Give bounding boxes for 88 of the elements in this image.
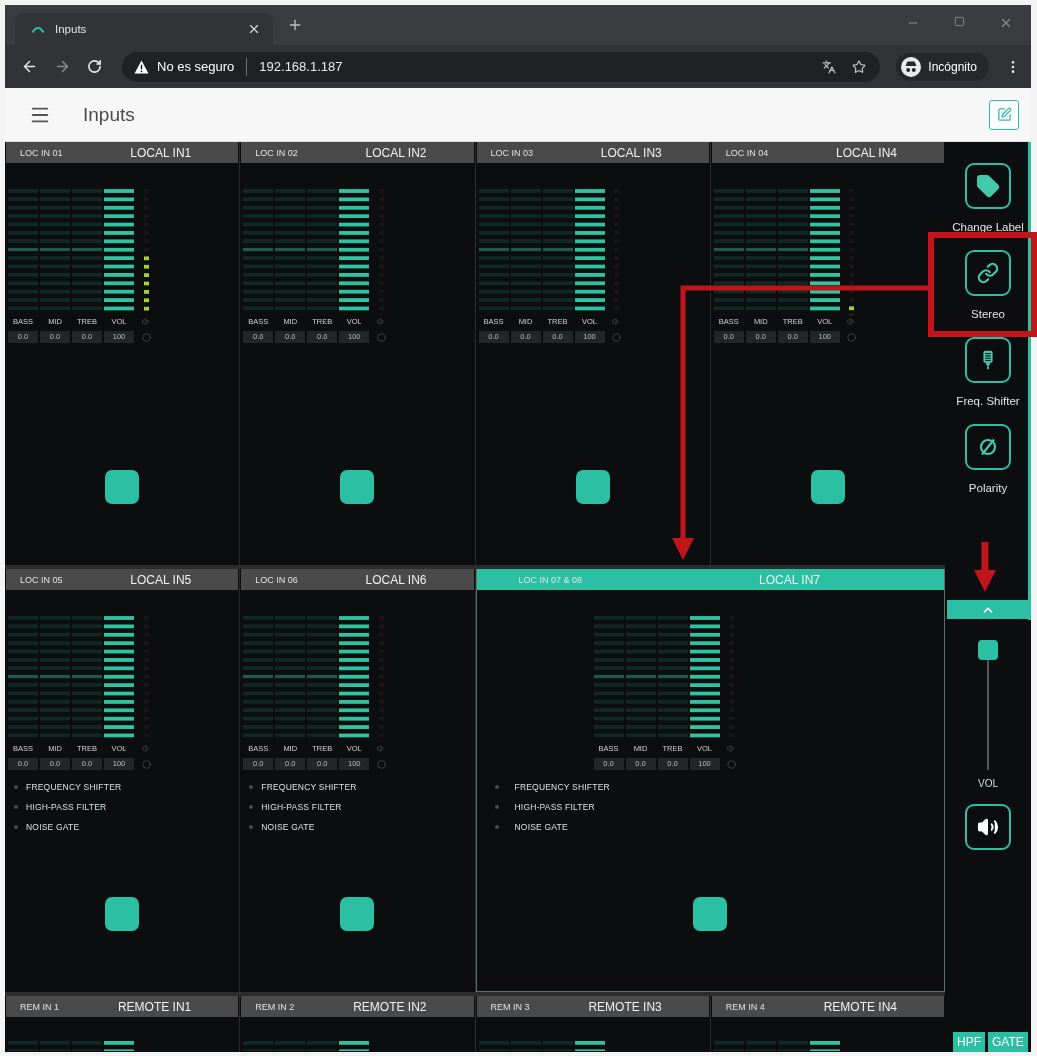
channel-header[interactable]: LOC IN 01 LOCAL IN1 xyxy=(6,142,239,163)
edit-button[interactable] xyxy=(989,99,1019,130)
feature-label: HIGH-PASS FILTER xyxy=(261,802,342,812)
channel-code: LOC IN 01 xyxy=(20,147,63,158)
slider-thumb[interactable] xyxy=(978,640,998,660)
address-bar[interactable]: No es seguro 192.168.1.187 xyxy=(122,51,881,82)
speaker-icon xyxy=(977,816,999,838)
channel-name: LOCAL IN4 xyxy=(836,145,897,160)
feature-label: FREQUENCY SHIFTER xyxy=(261,782,357,792)
fader-knob[interactable] xyxy=(105,897,140,931)
url-text: 192.168.1.187 xyxy=(259,59,343,74)
translate-icon[interactable] xyxy=(822,59,837,74)
plus-icon[interactable] xyxy=(287,17,303,33)
volume-button[interactable] xyxy=(965,804,1011,850)
channel-code: LOC IN 02 xyxy=(255,147,298,158)
edit-icon xyxy=(996,107,1012,122)
ring-icon[interactable] xyxy=(727,759,736,769)
channel-header[interactable]: LOC IN 05 LOCAL IN5 xyxy=(6,569,239,590)
channel-name: LOCAL IN2 xyxy=(365,145,427,160)
channel-header[interactable]: LOC IN 03 LOCAL IN3 xyxy=(476,142,709,163)
fader-knob[interactable] xyxy=(810,470,845,504)
channel-name: REMOTE IN2 xyxy=(353,999,427,1014)
ring-icon[interactable] xyxy=(141,332,151,342)
reload-icon[interactable] xyxy=(87,59,102,74)
feature-label: HIGH-PASS FILTER xyxy=(26,802,107,812)
channel-name: LOCAL IN7 xyxy=(759,572,820,587)
channel-name: LOCAL IN1 xyxy=(130,145,192,160)
feature-label: HIGH-PASS FILTER xyxy=(514,802,595,812)
channel-code: REM IN 1 xyxy=(20,1001,59,1012)
link-icon xyxy=(965,250,1011,296)
ring-icon[interactable] xyxy=(847,332,857,342)
browser-tab[interactable]: Inputs xyxy=(15,13,273,45)
incognito-icon xyxy=(901,56,922,77)
star-icon[interactable] xyxy=(852,59,867,74)
status-badge: GATE xyxy=(988,1032,1028,1052)
channel-name: LOCAL IN3 xyxy=(600,145,662,160)
close-icon[interactable] xyxy=(247,22,261,36)
channel-header[interactable]: REM IN 3 REMOTE IN3 xyxy=(476,996,709,1017)
channel-code: LOC IN 05 xyxy=(20,574,63,585)
maximize-icon[interactable] xyxy=(954,16,965,27)
volume-label: VOL xyxy=(978,778,998,789)
fader-knob[interactable] xyxy=(105,470,140,504)
status-badge: HPF xyxy=(953,1032,985,1052)
forward-icon[interactable] xyxy=(54,58,71,75)
fader-knob[interactable] xyxy=(575,470,610,504)
channel-header[interactable]: LOC IN 06 LOCAL IN6 xyxy=(241,569,474,590)
back-icon[interactable] xyxy=(21,58,38,75)
fader-knob[interactable] xyxy=(693,897,728,931)
channel-code: LOC IN 04 xyxy=(725,147,769,158)
channel-code: REM IN 3 xyxy=(490,1001,530,1012)
feature-label: NOISE GATE xyxy=(261,822,315,832)
sidebar-button[interactable]: Freq. Shifter xyxy=(956,337,1020,408)
feature-label: FREQUENCY SHIFTER xyxy=(514,782,610,792)
ring-icon[interactable] xyxy=(376,759,386,769)
microphone-icon xyxy=(965,337,1011,383)
fader-knob[interactable] xyxy=(340,897,375,931)
tag-icon xyxy=(965,163,1011,209)
site-icon xyxy=(31,24,45,34)
sidebar-button[interactable]: Polarity xyxy=(965,424,1011,495)
channel-name: REMOTE IN1 xyxy=(117,999,192,1014)
channel-name: REMOTE IN4 xyxy=(823,999,897,1014)
channel-header[interactable]: REM IN 4 REMOTE IN4 xyxy=(711,996,944,1017)
warning-icon xyxy=(134,59,149,74)
feature-label: NOISE GATE xyxy=(514,822,568,832)
channel-header[interactable]: LOC IN 02 LOCAL IN2 xyxy=(241,142,474,163)
profile-button[interactable]: Incógnito xyxy=(896,52,989,81)
channel-code: REM IN 4 xyxy=(725,1001,765,1012)
feature-label: NOISE GATE xyxy=(26,822,80,832)
channel-name: LOCAL IN5 xyxy=(130,572,192,587)
feature-label: FREQUENCY SHIFTER xyxy=(26,782,122,792)
channel-header[interactable]: REM IN 1 REMOTE IN1 xyxy=(6,996,239,1017)
ring-icon[interactable] xyxy=(612,332,621,342)
channel-header[interactable]: LOC IN 04 LOCAL IN4 xyxy=(711,142,944,163)
ring-icon[interactable] xyxy=(141,759,151,769)
channel-code: LOC IN 06 xyxy=(255,574,298,585)
channel-name: LOCAL IN6 xyxy=(365,572,427,587)
fader-knob[interactable] xyxy=(340,470,375,504)
sidebar-button[interactable]: Change Label xyxy=(952,163,1024,234)
scrollbar-thumb[interactable] xyxy=(1028,142,1031,620)
channel-name: REMOTE IN3 xyxy=(588,999,662,1014)
channel-code: LOC IN 07 & 08 xyxy=(518,574,583,585)
sidebar-button[interactable]: Stereo xyxy=(965,250,1011,321)
ring-icon[interactable] xyxy=(376,332,386,342)
channel-code: REM IN 2 xyxy=(255,1001,295,1012)
page-title: Inputs xyxy=(83,103,135,126)
security-label: No es seguro xyxy=(157,59,235,74)
channel-header[interactable]: REM IN 2 REMOTE IN2 xyxy=(241,996,474,1017)
channel-code: LOC IN 03 xyxy=(490,147,534,158)
